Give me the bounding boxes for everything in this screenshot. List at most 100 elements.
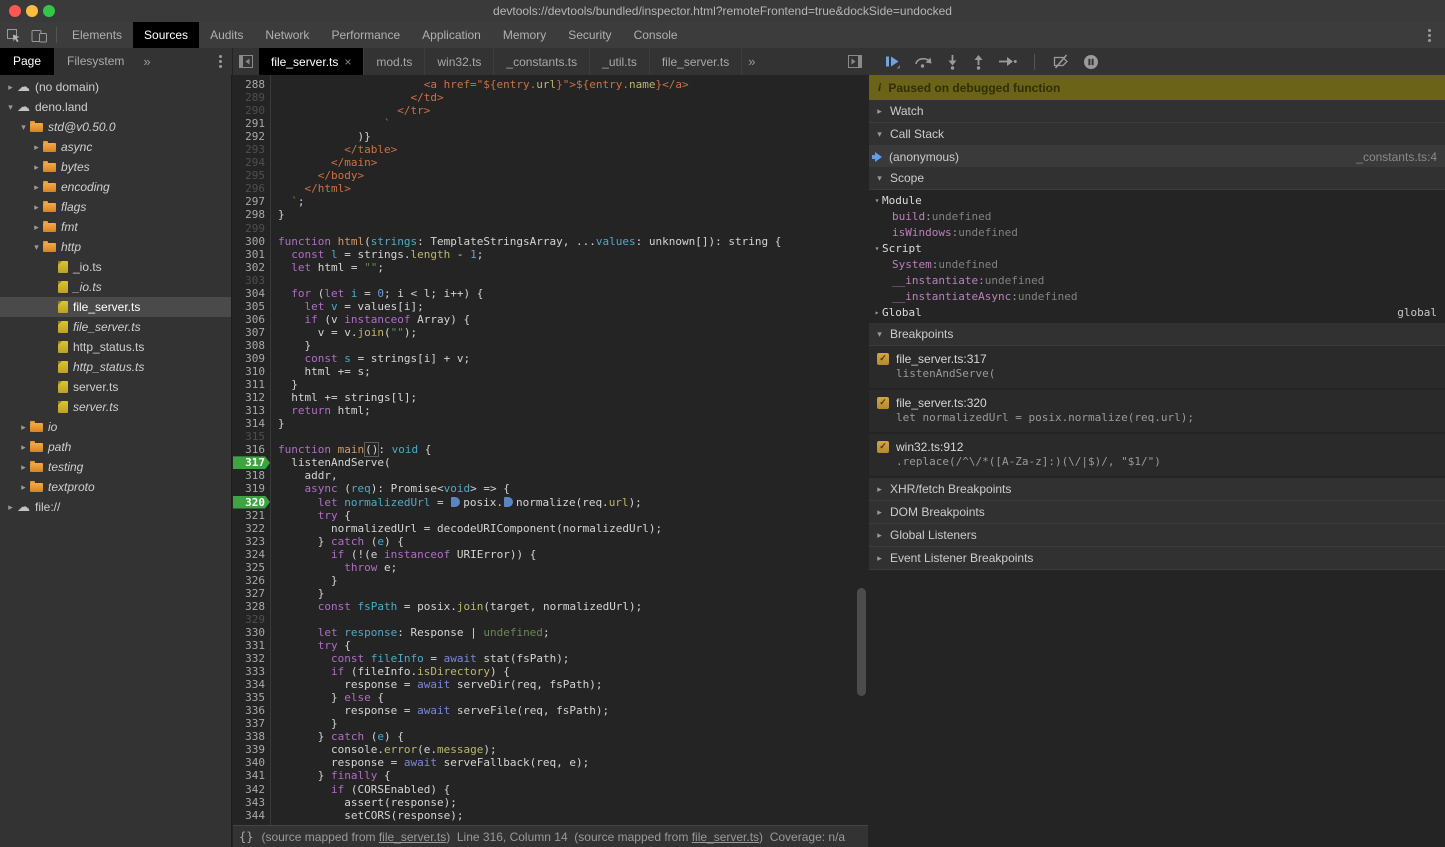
code-text[interactable]: } [270,717,338,730]
breakpoint-badge[interactable]: 317 [233,456,270,469]
line-number[interactable]: 302 [233,261,270,274]
code-text[interactable] [270,274,278,287]
line-number[interactable]: 291 [233,117,270,130]
line-number[interactable]: 305 [233,300,270,313]
line-number[interactable]: 303 [233,274,270,287]
line-number[interactable]: 338 [233,730,270,743]
line-number[interactable]: 312 [233,391,270,404]
tab-application[interactable]: Application [411,22,492,48]
code-text[interactable]: addr, [270,469,338,482]
tree-item-file[interactable]: ▸☁file:// [0,497,231,517]
code-text[interactable]: } finally { [270,769,391,782]
code-text[interactable]: const fileInfo = await stat(fsPath); [270,652,569,665]
code-text[interactable]: try { [270,509,351,522]
code-text[interactable]: } else { [270,691,384,704]
more-navigator-tabs-icon[interactable]: » [137,48,156,75]
line-number[interactable]: 322 [233,522,270,535]
inspect-icon[interactable] [0,22,26,48]
tab-network[interactable]: Network [254,22,320,48]
code-text[interactable]: try { [270,639,351,652]
chevron-right-icon[interactable]: ▸ [4,82,17,93]
line-number[interactable]: 311 [233,378,270,391]
editor-tab-file_server.ts[interactable]: file_server.ts [650,48,742,75]
line-number[interactable]: 340 [233,756,270,769]
chevron-right-icon[interactable]: ▸ [30,162,43,173]
code-text[interactable]: setCORS(response); [270,809,463,822]
tab-security[interactable]: Security [557,22,622,48]
source-map-link[interactable]: file_server.ts [379,830,446,844]
code-text[interactable]: } catch (e) { [270,730,404,743]
tab-memory[interactable]: Memory [492,22,557,48]
scope-property[interactable]: System: undefined [869,256,1445,272]
line-number[interactable]: 299 [233,222,270,235]
editor-tab-win32.ts[interactable]: win32.ts [425,48,494,75]
code-text[interactable]: } [270,378,298,391]
code-text[interactable]: if (CORSEnabled) { [270,783,450,796]
code-text[interactable]: </body> [270,169,364,182]
tree-item-encoding[interactable]: ▸encoding [0,177,231,197]
chevron-right-icon[interactable]: ▸ [30,202,43,213]
line-number[interactable]: 308 [233,339,270,352]
pretty-print-button[interactable]: {} [239,830,253,844]
chevron-right-icon[interactable]: ▸ [17,462,30,473]
pause-on-exceptions-icon[interactable] [1083,54,1099,70]
breakpoint-checkbox[interactable]: ✓ [877,441,889,453]
scope-property[interactable]: build: undefined [869,208,1445,224]
navigator-tab-filesystem[interactable]: Filesystem [54,48,137,75]
code-text[interactable]: </table> [270,143,397,156]
scope-group-script[interactable]: ▾Script [869,240,1445,256]
step-out-icon[interactable] [972,54,985,70]
code-text[interactable]: response = await serveFallback(req, e); [270,756,589,769]
line-number[interactable]: 314 [233,417,270,430]
line-number[interactable]: 344 [233,809,270,822]
chevron-down-icon[interactable]: ▾ [4,102,17,113]
tree-item-file_server.ts[interactable]: file_server.ts [0,317,231,337]
line-number[interactable]: 294 [233,156,270,169]
section-scope[interactable]: ▾ Scope [869,167,1445,190]
line-number[interactable]: 298 [233,208,270,221]
code-text[interactable]: response = await serveFile(req, fsPath); [270,704,609,717]
code-text[interactable]: response = await serveDir(req, fsPath); [270,678,603,691]
line-number[interactable]: 306 [233,313,270,326]
line-number[interactable]: 333 [233,665,270,678]
code-text[interactable]: listenAndServe( [270,456,391,469]
section-xhr-fetch-breakpoints[interactable]: ▸XHR/fetch Breakpoints [869,478,1445,501]
code-text[interactable]: const fsPath = posix.join(target, normal… [270,600,642,613]
tree-item-http_status.ts[interactable]: http_status.ts [0,357,231,377]
line-number[interactable]: 310 [233,365,270,378]
code-text[interactable]: } [270,574,338,587]
line-number[interactable]: 316 [233,443,270,456]
line-number[interactable]: 309 [233,352,270,365]
code-text[interactable]: } [270,587,324,600]
minimize-window-button[interactable] [26,5,38,17]
breakpoint-entry[interactable]: ✓file_server.ts:320let normalizedUrl = p… [869,390,1445,432]
line-number[interactable]: 290 [233,104,270,117]
code-text[interactable]: let html = ""; [270,261,384,274]
tree-item-bytes[interactable]: ▸bytes [0,157,231,177]
more-editor-tabs-icon[interactable]: » [742,48,761,75]
line-number[interactable]: 296 [233,182,270,195]
tree-item-fmt[interactable]: ▸fmt [0,217,231,237]
code-text[interactable]: } [270,417,285,430]
tree-item-nodomain[interactable]: ▸☁(no domain) [0,77,231,97]
code-text[interactable]: ` [270,117,391,130]
navigator-tab-page[interactable]: Page [0,48,54,75]
code-text[interactable]: async (req): Promise<void> => { [270,482,510,495]
tab-audits[interactable]: Audits [199,22,254,48]
scope-group-global[interactable]: ▸Globalglobal [869,304,1445,320]
code-text[interactable]: </tr> [270,104,430,117]
line-number[interactable]: 304 [233,287,270,300]
step-over-icon[interactable] [914,54,933,69]
tree-item-flags[interactable]: ▸flags [0,197,231,217]
code-text[interactable]: return html; [270,404,371,417]
line-number[interactable]: 326 [233,574,270,587]
section-call-stack[interactable]: ▾ Call Stack [869,123,1445,146]
step-icon[interactable] [998,55,1017,68]
editor-tab-file_server.ts[interactable]: file_server.ts× [259,48,364,75]
tree-item-textproto[interactable]: ▸textproto [0,477,231,497]
breakpoint-entry[interactable]: ✓win32.ts:912.replace(/^\/*([A-Za-z]:)(\… [869,434,1445,476]
breakpoint-badge[interactable]: 320 [233,496,270,509]
chevron-right-icon[interactable]: ▸ [17,482,30,493]
line-number[interactable]: 343 [233,796,270,809]
inline-breakpoint-marker[interactable] [451,497,460,507]
